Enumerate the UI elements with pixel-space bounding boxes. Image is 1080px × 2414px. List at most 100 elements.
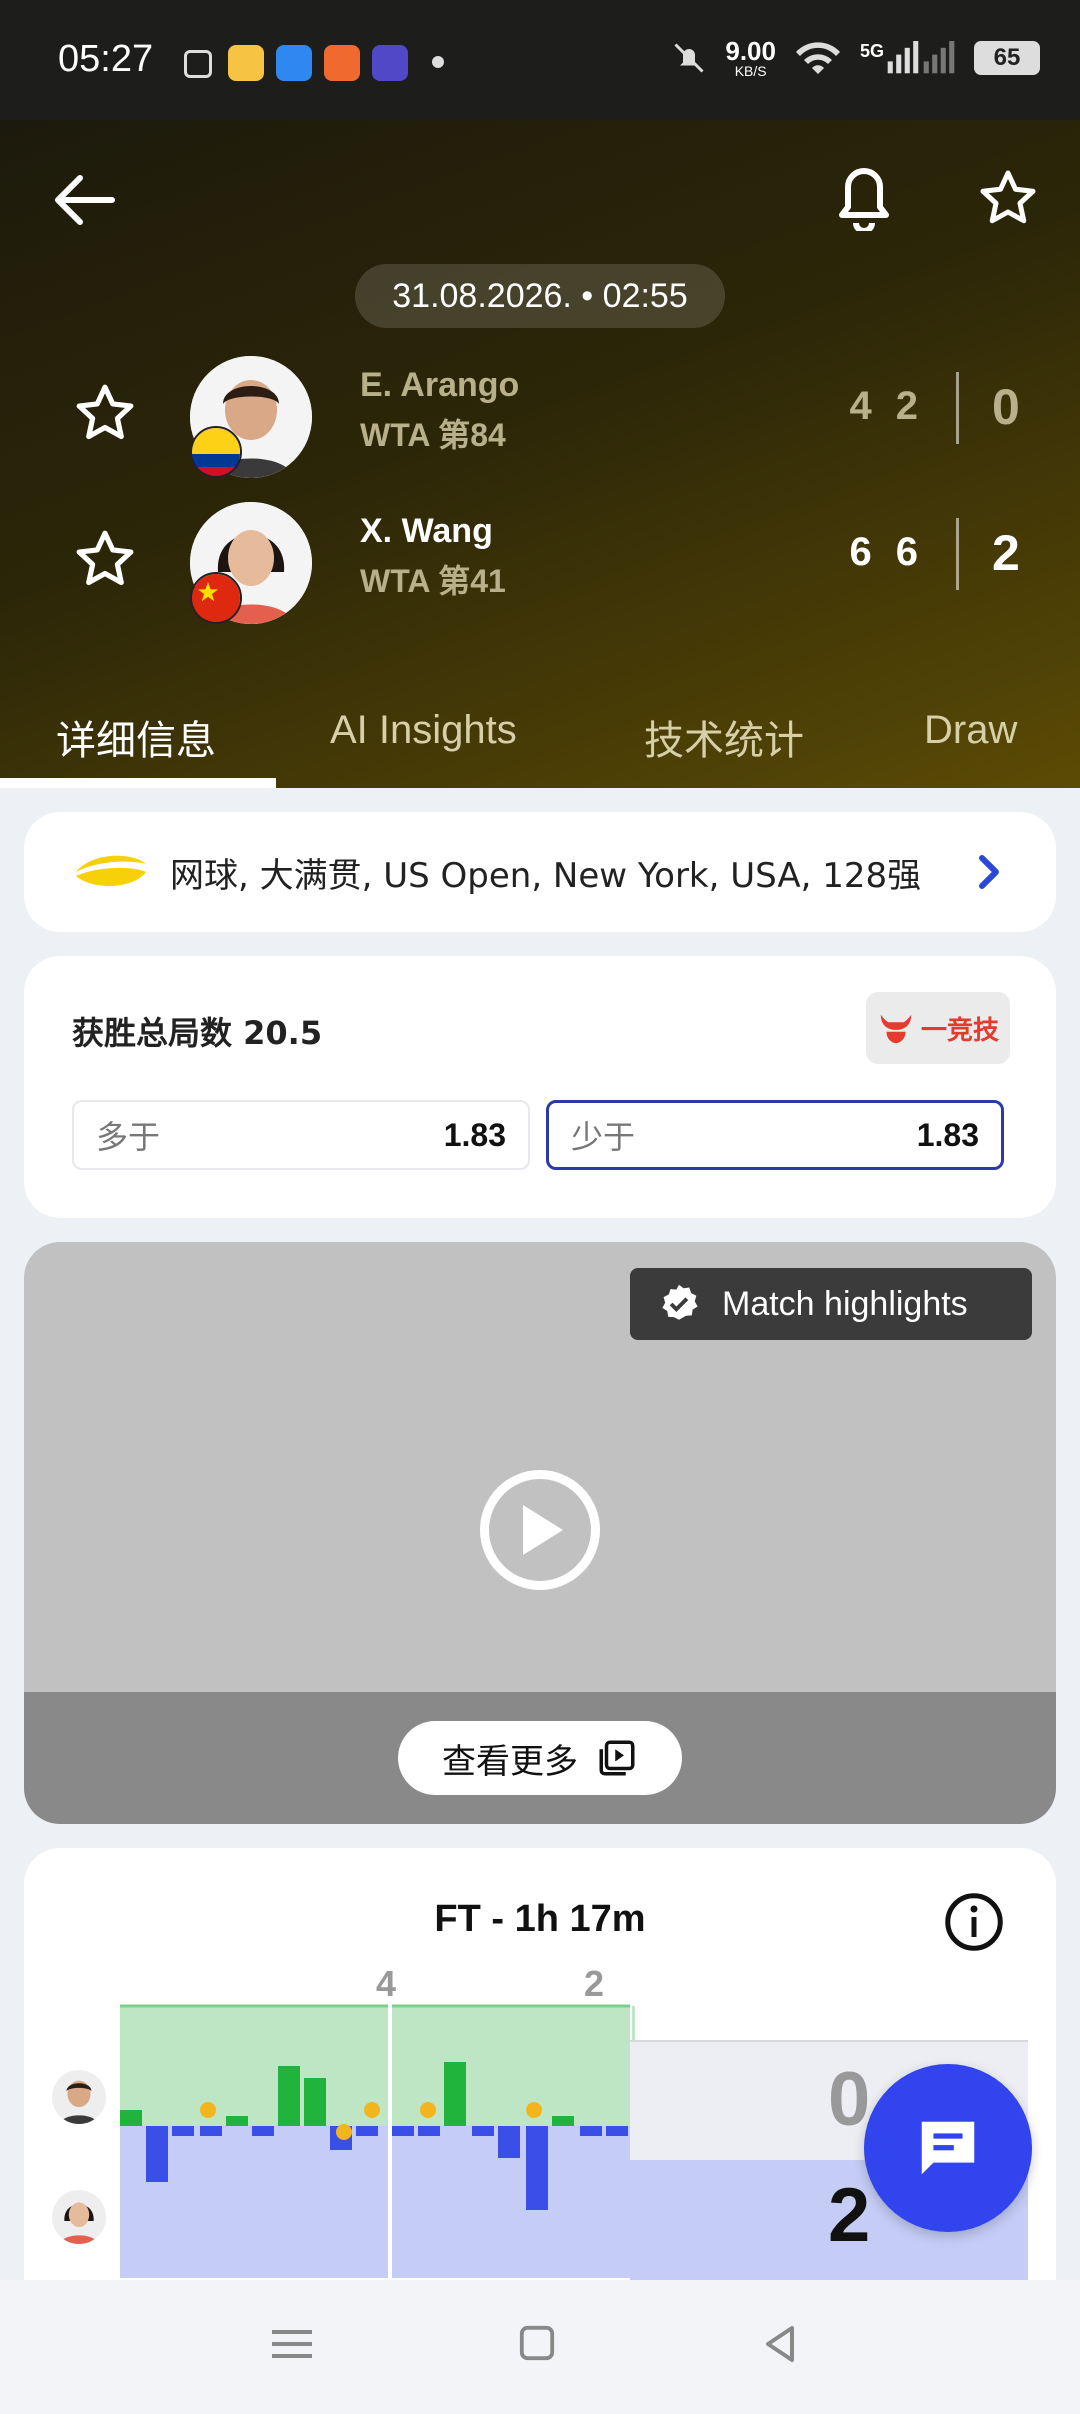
favorite-player-star-icon[interactable] xyxy=(74,382,136,444)
home-icon[interactable] xyxy=(518,2324,556,2362)
tennis-ball-marker xyxy=(336,2124,352,2140)
current-game-score-top: 0 xyxy=(828,2057,871,2142)
browser-app-icon xyxy=(276,45,312,81)
player-rank: WTA 第41 xyxy=(360,563,506,599)
tab-statistics[interactable]: 技术统计 xyxy=(644,708,804,766)
see-more-label: 查看更多 xyxy=(442,1741,578,1782)
signal-group: 5G xyxy=(860,41,956,75)
lock-notification-icon xyxy=(184,50,212,78)
odds-option-value: 1.83 xyxy=(443,1116,506,1153)
set-score: 6 xyxy=(895,530,918,574)
momentum-bar xyxy=(418,2126,440,2136)
net-speed-value: 9.00 xyxy=(725,36,776,66)
momentum-bar xyxy=(606,2126,628,2136)
more-notifications-dot-icon xyxy=(432,56,444,68)
tennis-ball-marker xyxy=(364,2102,380,2118)
tab-details[interactable]: 详细信息 xyxy=(56,708,216,766)
play-icon xyxy=(523,1505,563,1555)
player-row-2[interactable]: X. Wang WTA 第41 6 6 2 xyxy=(0,498,1080,628)
play-button[interactable] xyxy=(480,1470,600,1590)
system-navigation-bar xyxy=(0,2280,1080,2414)
player-rank: WTA 第84 xyxy=(360,417,506,453)
status-right-group: 9.00 KB/S 5G 65 xyxy=(671,38,1040,78)
tennis-ball-marker xyxy=(420,2102,436,2118)
bull-logo-icon xyxy=(880,1014,912,1044)
status-time: 05:27 xyxy=(58,38,154,80)
battery-indicator: 65 xyxy=(974,41,1040,75)
bookmaker-badge[interactable]: 一竞技 xyxy=(866,992,1010,1064)
current-game-score-bottom: 2 xyxy=(828,2173,871,2258)
tennis-ball-marker xyxy=(526,2102,542,2118)
score-divider xyxy=(956,518,959,590)
set-label: 2 xyxy=(584,1968,604,2004)
momentum-bar xyxy=(526,2126,548,2210)
momentum-bar xyxy=(392,2126,414,2136)
mute-bell-icon xyxy=(674,43,704,73)
momentum-bar xyxy=(278,2066,300,2126)
info-icon[interactable] xyxy=(944,1892,1004,1952)
china-flag-icon xyxy=(190,572,242,624)
menu-icon[interactable] xyxy=(272,2324,312,2364)
wifi-icon xyxy=(795,42,840,74)
colombia-flag-icon xyxy=(190,426,242,478)
back-button[interactable] xyxy=(44,160,124,240)
network-type-label: 5G xyxy=(859,41,884,61)
tieba-app-icon xyxy=(372,45,408,81)
momentum-bar xyxy=(120,2110,142,2126)
see-more-button[interactable]: 查看更多 xyxy=(398,1721,682,1795)
status-bar: 05:27 9.00 KB/S 5G 65 xyxy=(0,0,1080,120)
active-tab-indicator xyxy=(0,778,276,788)
net-speed-unit: KB/S xyxy=(734,63,767,79)
set-score: 2 xyxy=(895,384,918,428)
back-triangle-icon[interactable] xyxy=(760,2324,800,2364)
shopping-app-icon xyxy=(324,45,360,81)
momentum-bar xyxy=(472,2126,494,2136)
tournament-name: 网球, 大满贯, US Open, New York, USA, 128强 xyxy=(170,855,922,896)
set-label: 4 xyxy=(376,1968,396,2004)
chat-bubble-icon xyxy=(921,2121,975,2175)
tab-ai-insights[interactable]: AI Insights xyxy=(330,708,517,753)
tennis-ball-marker xyxy=(200,2102,216,2118)
sets-won-total: 0 xyxy=(992,379,1020,435)
momentum-bar xyxy=(172,2126,194,2136)
momentum-bar xyxy=(146,2126,168,2182)
match-header: 31.08.2026. • 02:55 E. Arango WTA 第84 4 … xyxy=(0,120,1080,788)
bookmaker-name: 一竞技 xyxy=(920,1015,999,1046)
video-library-icon xyxy=(599,1740,635,1776)
match-duration-title: FT - 1h 17m xyxy=(434,1898,646,1940)
signal-strength-secondary-icon xyxy=(923,41,955,74)
tournament-card[interactable]: 网球, 大满贯, US Open, New York, USA, 128强 xyxy=(24,812,1056,932)
arrow-left-icon xyxy=(55,175,115,225)
set-scores: 6 6 xyxy=(850,530,919,575)
momentum-bar xyxy=(304,2078,326,2126)
set-score: 4 xyxy=(849,384,872,428)
odds-market-title: 获胜总局数 20.5 xyxy=(72,1014,323,1052)
sets-won-total: 2 xyxy=(992,525,1020,581)
signal-strength-icon xyxy=(887,41,919,74)
chat-button[interactable] xyxy=(864,2064,1032,2232)
highlights-video-card[interactable]: Match highlights 查看更多 xyxy=(24,1242,1056,1824)
momentum-bar xyxy=(200,2126,222,2136)
favorite-match-button[interactable] xyxy=(968,158,1048,238)
momentum-bar xyxy=(226,2116,248,2126)
odds-card: 获胜总局数 20.5 一竞技 多于 1.83 少于 1.83 xyxy=(24,956,1056,1218)
odds-option-label: 少于 xyxy=(571,1118,636,1156)
chevron-right-icon xyxy=(979,855,999,889)
notification-bell-button[interactable] xyxy=(824,158,904,238)
verified-badge-icon xyxy=(662,1284,698,1320)
momentum-bar xyxy=(356,2126,378,2136)
player-name: E. Arango xyxy=(360,366,520,404)
odds-over-button[interactable]: 多于 1.83 xyxy=(72,1100,530,1170)
momentum-bar xyxy=(444,2062,466,2126)
odds-option-label: 多于 xyxy=(96,1118,161,1156)
momentum-bar xyxy=(498,2126,520,2158)
tab-draw[interactable]: Draw xyxy=(924,708,1017,753)
favorite-player-star-icon[interactable] xyxy=(74,528,136,590)
net-speed: 9.00 KB/S xyxy=(725,38,776,78)
player-row-1[interactable]: E. Arango WTA 第84 4 2 0 xyxy=(0,352,1080,482)
odds-option-value: 1.83 xyxy=(916,1116,979,1153)
score-divider xyxy=(956,372,959,444)
momentum-bar xyxy=(252,2126,274,2136)
set-scores: 4 2 xyxy=(850,384,919,429)
odds-under-button[interactable]: 少于 1.83 xyxy=(546,1100,1004,1170)
